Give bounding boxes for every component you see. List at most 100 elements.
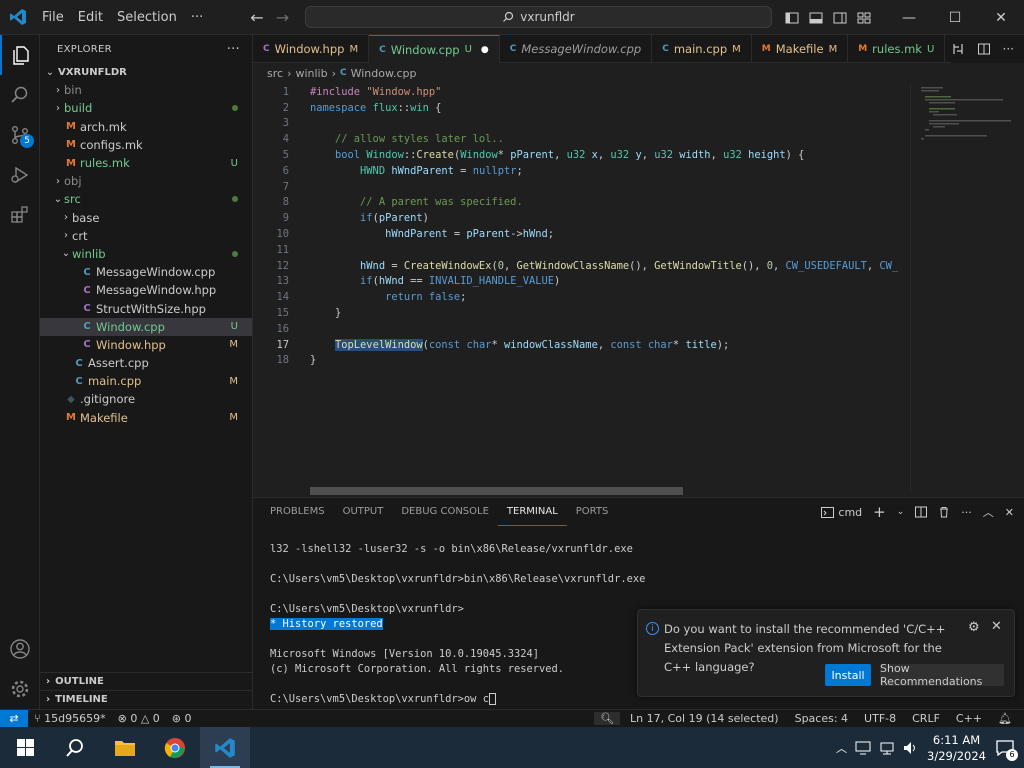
horizontal-scrollbar[interactable] xyxy=(310,487,683,495)
tab-rules-mk[interactable]: Mrules.mk U xyxy=(848,35,946,63)
file-item-main-cpp[interactable]: Cmain.cpp M xyxy=(40,372,252,390)
branch-indicator[interactable]: ⑂ 15d95659* xyxy=(28,712,112,725)
back-arrow-icon[interactable]: ← xyxy=(250,8,263,27)
tab-makefile[interactable]: M Makefile M xyxy=(752,35,849,63)
code-line[interactable]: 2 namespace flux::win { xyxy=(253,100,910,116)
compare-changes-icon[interactable] xyxy=(951,42,965,56)
code-line[interactable]: 10 hWndParent = pParent->hWnd; xyxy=(253,226,910,242)
file-item-messagewindow-cpp[interactable]: C MessageWindow.cpp xyxy=(40,263,252,281)
code-line[interactable]: 6 HWND hWndParent = nullptr; xyxy=(253,163,910,179)
code-line[interactable]: 12 hWnd = CreateWindowEx(0, GetWindowCla… xyxy=(253,258,910,274)
menu-file[interactable]: File xyxy=(35,0,71,35)
tab-debug-console[interactable]: DEBUG CONSOLE xyxy=(392,498,498,526)
code-line[interactable]: 13 if(hWnd == INVALID_HANDLE_VALUE) xyxy=(253,274,910,290)
encoding[interactable]: UTF-8 xyxy=(858,712,902,725)
toggle-primary-sidebar-icon[interactable] xyxy=(785,11,799,25)
tab-terminal[interactable]: TERMINAL xyxy=(497,498,567,526)
file-item-rules-mk[interactable]: Mrules.mk U xyxy=(40,154,252,172)
file-item-makefile[interactable]: M Makefile M xyxy=(40,409,252,427)
maximize-icon[interactable]: ☐ xyxy=(932,0,978,35)
install-button[interactable]: Install xyxy=(825,664,871,686)
split-editor-icon[interactable] xyxy=(977,42,991,56)
minimize-icon[interactable]: — xyxy=(886,0,932,35)
menu-edit[interactable]: Edit xyxy=(71,0,110,35)
breadcrumb-src[interactable]: src xyxy=(267,67,283,80)
file-item-arch-mk[interactable]: March.mk xyxy=(40,118,252,136)
code-line[interactable]: 11 xyxy=(253,242,910,258)
toggle-panel-icon[interactable] xyxy=(809,11,823,25)
folder-item-bin[interactable]: › bin xyxy=(40,81,252,99)
ports-indicator[interactable]: ⊛ 0 xyxy=(166,712,198,725)
code-line[interactable]: 4 // allow styles later lol.. xyxy=(253,131,910,147)
split-terminal-icon[interactable] xyxy=(915,506,928,518)
code-line[interactable]: 18} xyxy=(253,353,910,369)
toggle-secondary-sidebar-icon[interactable] xyxy=(833,11,847,25)
notifications-bell-icon[interactable]: 🔔︎ xyxy=(992,712,1018,725)
minimap[interactable] xyxy=(910,84,1011,491)
customize-layout-icon[interactable] xyxy=(857,11,871,25)
maximize-panel-icon[interactable]: ︿ xyxy=(983,504,994,520)
network-icon[interactable] xyxy=(879,741,895,755)
run-debug-icon[interactable] xyxy=(0,155,40,195)
zoom-search-icon[interactable]: 🔍︎ xyxy=(594,712,621,725)
editor-more-icon[interactable]: ··· xyxy=(1003,42,1014,56)
menu-selection[interactable]: Selection xyxy=(110,0,184,35)
show-hidden-icons-chevron-icon[interactable]: ︿ xyxy=(836,740,847,756)
device-icon[interactable] xyxy=(855,741,871,755)
file-item-window-hpp[interactable]: C Window.hpp M xyxy=(40,336,252,354)
action-center-icon[interactable]: 6 xyxy=(994,737,1018,761)
accounts-icon[interactable] xyxy=(0,629,40,669)
file-item-assert-cpp[interactable]: C Assert.cpp xyxy=(40,354,252,372)
code-line[interactable]: 7 xyxy=(253,179,910,195)
code-line[interactable]: 8 // A parent was specified. xyxy=(253,195,910,211)
code-line[interactable]: 3 xyxy=(253,116,910,132)
end-of-line[interactable]: CRLF xyxy=(906,712,946,725)
code-line[interactable]: 9 if(pParent) xyxy=(253,210,910,226)
code-line[interactable]: 16 xyxy=(253,321,910,337)
tab-window-cpp[interactable]: C Window.cpp U ● xyxy=(369,35,500,63)
indentation[interactable]: Spaces: 4 xyxy=(789,712,854,725)
file-item-messagewindow-hpp[interactable]: C MessageWindow.hpp xyxy=(40,281,252,299)
kill-terminal-trash-icon[interactable] xyxy=(938,506,950,518)
tab-output[interactable]: OUTPUT xyxy=(334,498,393,526)
taskbar-search-icon[interactable] xyxy=(50,727,100,768)
file-item-configs-mk[interactable]: Mconfigs.mk xyxy=(40,136,252,154)
new-terminal-icon[interactable]: + xyxy=(873,503,886,521)
explorer-icon[interactable] xyxy=(0,35,40,75)
menu-more[interactable]: ··· xyxy=(184,0,210,35)
folder-item-build[interactable]: › build xyxy=(40,99,252,117)
code-line[interactable]: 5 bool Window::Create(Window* pParent, u… xyxy=(253,147,910,163)
code-line[interactable]: 17 TopLevelWindow(const char* windowClas… xyxy=(253,337,910,353)
problems-indicator[interactable]: ⊗ 0 △ 0 xyxy=(112,712,166,725)
search-icon[interactable] xyxy=(0,75,40,115)
vscode-taskbar-icon[interactable] xyxy=(200,727,250,768)
clock[interactable]: 6:11 AM 3/29/2024 xyxy=(927,732,986,764)
file-item-structwithsize-hpp[interactable]: C StructWithSize.hpp xyxy=(40,299,252,317)
breadcrumb-winlib[interactable]: winlib xyxy=(295,67,327,80)
outline-section[interactable]: › OUTLINE xyxy=(40,672,252,690)
breadcrumb-file[interactable]: Window.cpp xyxy=(351,67,417,80)
chrome-icon[interactable] xyxy=(150,727,200,768)
remote-icon[interactable]: ⇄ xyxy=(0,709,28,728)
windows-start-icon[interactable] xyxy=(0,727,50,768)
file-explorer-icon[interactable] xyxy=(100,727,150,768)
unsaved-dot-icon[interactable]: ● xyxy=(481,45,489,55)
folder-item-src[interactable]: ⌄ src xyxy=(40,190,252,208)
language-mode[interactable]: C++ xyxy=(950,712,988,725)
manage-gear-icon[interactable] xyxy=(0,669,40,709)
file-item-window-cpp[interactable]: C Window.cpp U xyxy=(40,317,252,336)
workspace-root[interactable]: ⌄ VXRUNFLDR xyxy=(40,63,252,81)
terminal-selector[interactable]: cmd xyxy=(821,506,862,519)
extensions-icon[interactable] xyxy=(0,195,40,235)
code-line[interactable]: 15 } xyxy=(253,305,910,321)
explorer-more-icon[interactable]: ··· xyxy=(227,42,240,57)
tab-window-hpp[interactable]: C Window.hpp M xyxy=(253,35,370,63)
folder-item-winlib[interactable]: ⌄ winlib xyxy=(40,245,252,263)
code-line[interactable]: 14 return false; xyxy=(253,289,910,305)
cursor-position[interactable]: Ln 17, Col 19 (14 selected) xyxy=(624,712,785,725)
close-icon[interactable]: ✕ xyxy=(978,0,1024,35)
code-line[interactable]: 1 #include "Window.hpp" xyxy=(253,84,910,100)
close-panel-icon[interactable]: ✕ xyxy=(1005,506,1014,519)
tab-ports[interactable]: PORTS xyxy=(567,498,618,526)
folder-item-obj[interactable]: › obj xyxy=(40,172,252,190)
